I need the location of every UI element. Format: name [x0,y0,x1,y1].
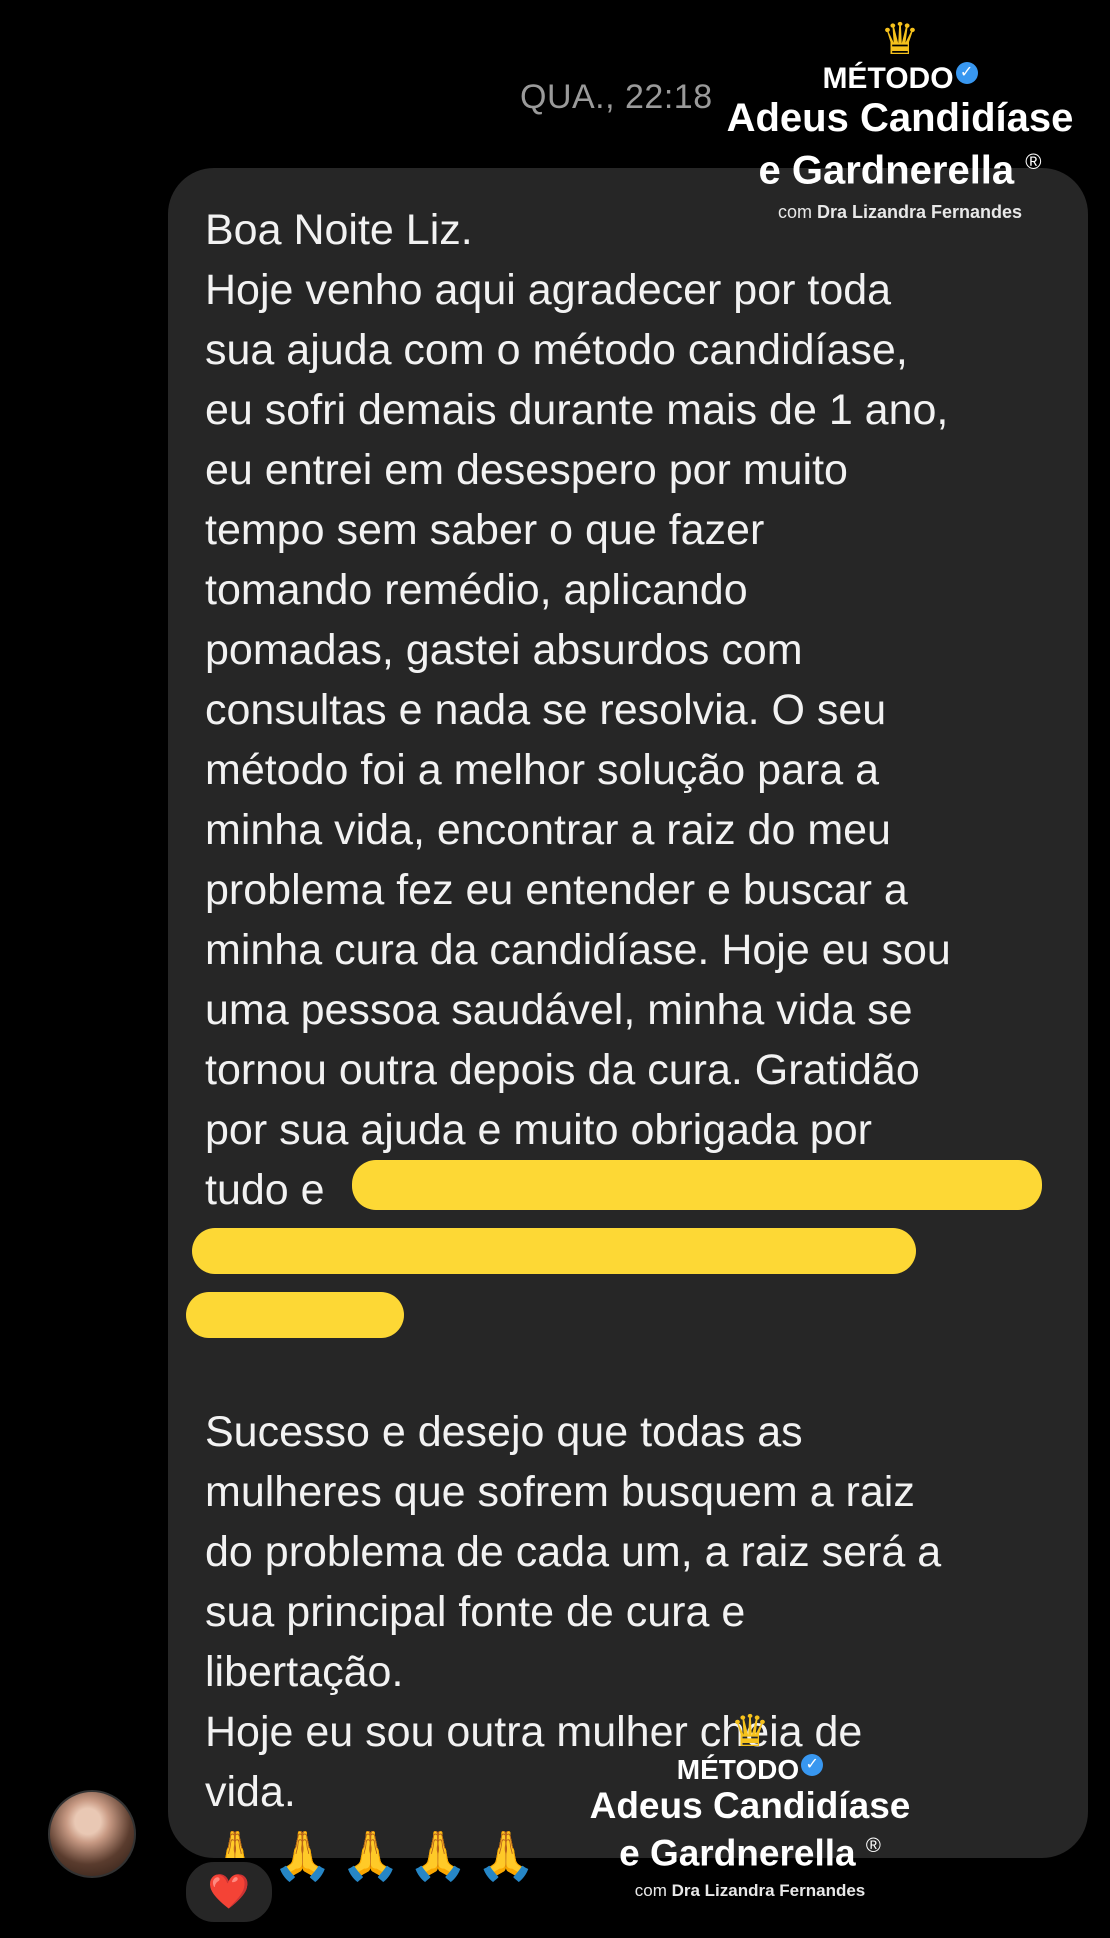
message-line: problema fez eu entender e buscar a [205,866,908,914]
watermark-metodo-text: MÉTODO [822,62,954,95]
registered-icon: ® [1025,149,1042,174]
verified-icon: ✓ [801,1754,824,1776]
watermark-sub-prefix: com [634,1881,667,1901]
watermark-subtitle: com Dra Lizandra Fernandes [560,1881,940,1901]
message-line: eu entrei em desespero por muito [205,446,848,494]
message-line: tornou outra depois da cura. Gratidão [205,1046,920,1094]
watermark-metodo: MÉTODO ✓ [676,1754,824,1786]
watermark-sub-name: Dra Lizandra Fernandes [671,1881,866,1901]
watermark-subtitle: com Dra Lizandra Fernandes [700,202,1100,223]
message-line: método foi a melhor solução para a [205,746,880,794]
redaction-highlight [192,1228,916,1274]
message-line: pomadas, gastei absurdos com [205,626,803,674]
message-line: Sucesso e desejo que todas as [205,1408,803,1456]
registered-icon: ® [865,1835,881,1857]
crown-icon: ♛ [730,1707,770,1756]
watermark-title-line1: Adeus Candidíase [589,1785,911,1826]
redaction-highlight [186,1292,404,1338]
heart-reaction[interactable]: ❤️ [182,1858,276,1926]
watermark-sub-name: Dra Lizandra Fernandes [816,202,1023,223]
watermark-logo-bottom: ♛ MÉTODO ✓ Adeus Candidíase e Gardnerella… [560,1710,940,1901]
watermark-metodo-text: MÉTODO [676,1754,800,1785]
message-line: libertação. [205,1648,404,1696]
watermark-sub-prefix: com [777,202,812,223]
message-line: sua principal fonte de cura e [205,1588,746,1636]
watermark-title-line2: e Gardnerella ® [700,140,1100,192]
crown-icon: ♛ [880,15,920,64]
watermark-title-line2-text: e Gardnerella [619,1832,856,1874]
message-line: Hoje venho aqui agradecer por toda [205,266,892,314]
message-line: mulheres que sofrem busquem a raiz [205,1468,915,1516]
watermark-title-line1: Adeus Candidíase [726,96,1074,140]
watermark-metodo: MÉTODO ✓ [822,62,978,96]
watermark-logo-top: ♛ MÉTODO ✓ Adeus Candidíase e Gardnerella… [700,18,1100,223]
watermark-title-line2: e Gardnerella ® [560,1826,940,1873]
message-line: minha vida, encontrar a raiz do meu [205,806,891,854]
message-line: minha cura da candidíase. Hoje eu sou [205,926,951,974]
message-line: por sua ajuda e muito obrigada por [205,1106,872,1154]
verified-icon: ✓ [955,62,978,84]
message-line: do problema de cada um, a raiz será a [205,1528,942,1576]
redaction-highlight [352,1160,1042,1210]
heart-icon: ❤️ [207,1873,251,1911]
message-line: consultas e nada se resolvia. O seu [205,686,887,734]
message-line: eu sofri demais durante mais de 1 ano, [205,386,949,434]
message-line: tempo sem saber o que fazer [205,506,765,554]
sender-avatar[interactable] [48,1790,136,1878]
timestamp: QUA., 22:18 [520,78,713,116]
message-text: Boa Noite Liz. Hoje venho aqui agradecer… [205,200,1065,1892]
message-line: tomando remédio, aplicando [205,566,748,614]
message-line: uma pessoa saudável, minha vida se [205,986,913,1034]
message-line: sua ajuda com o método candidíase, [205,326,908,374]
watermark-title-line2-text: e Gardnerella [758,148,1015,193]
